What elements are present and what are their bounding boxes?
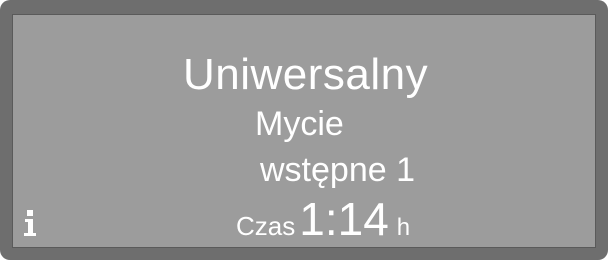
time-value: 1:14 <box>299 193 389 245</box>
time-unit: h <box>396 214 411 241</box>
display-bezel: Uniwersalny Mycie wstępne 1 Czas 1:14 h <box>0 0 608 260</box>
time-readout: Czas 1:14 h <box>236 196 410 242</box>
phase-label-line1: Mycie <box>255 105 344 143</box>
program-name: Uniwersalny <box>183 50 429 99</box>
lcd-screen: Uniwersalny Mycie wstępne 1 Czas 1:14 h <box>12 14 596 248</box>
time-label: Czas <box>236 211 296 241</box>
phase-label-line2: wstępne 1 <box>260 151 415 189</box>
info-icon[interactable] <box>23 209 37 237</box>
